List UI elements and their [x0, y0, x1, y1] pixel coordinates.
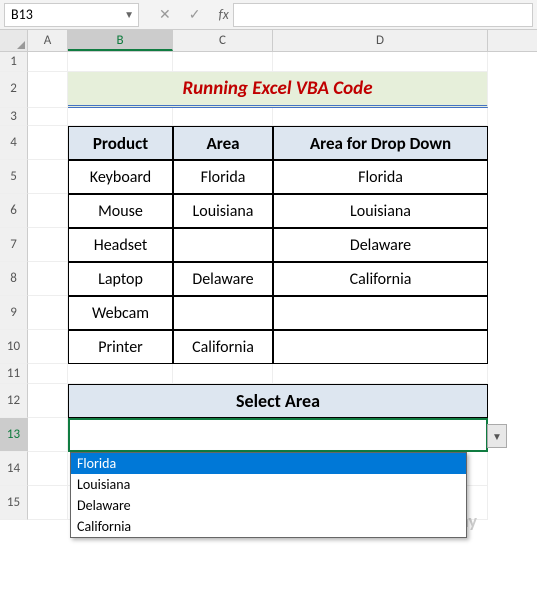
- row-8: 8 Laptop Delaware California: [0, 262, 537, 296]
- dropdown-list: Florida Louisiana Delaware California: [70, 452, 467, 538]
- chevron-down-icon: ▼: [492, 430, 502, 443]
- table-cell[interactable]: Delaware: [173, 262, 273, 296]
- cell[interactable]: [273, 108, 488, 126]
- row-1: 1: [0, 52, 537, 72]
- cell[interactable]: [68, 364, 173, 384]
- table-cell[interactable]: Printer: [68, 330, 173, 364]
- header-area[interactable]: Area: [173, 126, 273, 160]
- row-4: 4 Product Area Area for Drop Down: [0, 126, 537, 160]
- row-12: 12 Select Area: [0, 384, 537, 418]
- row-header[interactable]: 4: [0, 126, 28, 160]
- cell[interactable]: [28, 486, 68, 520]
- table-cell[interactable]: [173, 228, 273, 262]
- select-area-header[interactable]: Select Area: [68, 384, 488, 418]
- header-dropdown[interactable]: Area for Drop Down: [273, 126, 488, 160]
- row-10: 10 Printer California: [0, 330, 537, 364]
- cell[interactable]: [28, 384, 68, 418]
- fx-icon[interactable]: fx: [218, 6, 228, 23]
- row-header[interactable]: 9: [0, 296, 28, 330]
- col-header-c[interactable]: C: [173, 30, 273, 51]
- cell[interactable]: [28, 418, 68, 452]
- row-header[interactable]: 10: [0, 330, 28, 364]
- formula-bar[interactable]: [233, 3, 533, 27]
- col-header-d[interactable]: D: [273, 30, 488, 51]
- select-all-corner[interactable]: [0, 30, 28, 51]
- chevron-down-icon[interactable]: ▼: [124, 8, 134, 21]
- header-product[interactable]: Product: [68, 126, 173, 160]
- col-header-b[interactable]: B: [68, 30, 173, 51]
- cell[interactable]: [273, 52, 488, 72]
- formula-buttons: ✕ ✓ fx: [159, 6, 229, 23]
- col-header-a[interactable]: A: [28, 30, 68, 51]
- row-header[interactable]: 7: [0, 228, 28, 262]
- table-cell[interactable]: [273, 330, 488, 364]
- row-header[interactable]: 2: [0, 72, 28, 108]
- table-cell[interactable]: Delaware: [273, 228, 488, 262]
- dropdown-item[interactable]: Delaware: [71, 495, 466, 516]
- enter-icon: ✓: [189, 6, 201, 23]
- row-13: 13 ▼ Florida Louisiana Delaware Californ…: [0, 418, 537, 452]
- column-headers: A B C D: [0, 30, 537, 52]
- row-3: 3: [0, 108, 537, 126]
- row-header[interactable]: 11: [0, 364, 28, 384]
- formula-bar-row: B13 ▼ ✕ ✓ fx: [0, 0, 537, 30]
- row-header[interactable]: 15: [0, 486, 28, 520]
- cell[interactable]: [28, 126, 68, 160]
- cell[interactable]: [68, 108, 173, 126]
- row-2: 2 Running Excel VBA Code: [0, 72, 537, 108]
- row-5: 5 Keyboard Florida Florida: [0, 160, 537, 194]
- cell[interactable]: [28, 194, 68, 228]
- name-box-value: B13: [11, 6, 33, 23]
- cell[interactable]: [28, 228, 68, 262]
- table-cell[interactable]: Webcam: [68, 296, 173, 330]
- table-cell[interactable]: California: [273, 262, 488, 296]
- row-header[interactable]: 5: [0, 160, 28, 194]
- cell[interactable]: [28, 364, 68, 384]
- cell[interactable]: [173, 364, 273, 384]
- cell[interactable]: [173, 108, 273, 126]
- row-header[interactable]: 14: [0, 452, 28, 486]
- cell[interactable]: [28, 330, 68, 364]
- table-cell[interactable]: [273, 296, 488, 330]
- cancel-icon: ✕: [159, 6, 171, 23]
- row-header[interactable]: 13: [0, 418, 28, 452]
- title-cell[interactable]: Running Excel VBA Code: [68, 72, 488, 108]
- table-cell[interactable]: Laptop: [68, 262, 173, 296]
- dropdown-button[interactable]: ▼: [487, 424, 507, 448]
- row-9: 9 Webcam: [0, 296, 537, 330]
- cell[interactable]: [28, 108, 68, 126]
- row-header[interactable]: 6: [0, 194, 28, 228]
- cell[interactable]: [28, 52, 68, 72]
- cell[interactable]: [28, 262, 68, 296]
- dropdown-item[interactable]: Florida: [71, 453, 466, 474]
- dropdown-cell[interactable]: ▼ Florida Louisiana Delaware California: [68, 418, 488, 452]
- table-cell[interactable]: Mouse: [68, 194, 173, 228]
- row-7: 7 Headset Delaware: [0, 228, 537, 262]
- table-cell[interactable]: Louisiana: [173, 194, 273, 228]
- name-box[interactable]: B13 ▼: [4, 3, 139, 27]
- table-cell[interactable]: [173, 296, 273, 330]
- table-cell[interactable]: Florida: [273, 160, 488, 194]
- row-header[interactable]: 1: [0, 52, 28, 72]
- table-cell[interactable]: California: [173, 330, 273, 364]
- row-header[interactable]: 3: [0, 108, 28, 126]
- cell[interactable]: [273, 364, 488, 384]
- table-cell[interactable]: Florida: [173, 160, 273, 194]
- cell[interactable]: [173, 52, 273, 72]
- cell[interactable]: [68, 52, 173, 72]
- cell[interactable]: [28, 160, 68, 194]
- cell[interactable]: [28, 296, 68, 330]
- cell[interactable]: [28, 452, 68, 486]
- row-6: 6 Mouse Louisiana Louisiana: [0, 194, 537, 228]
- spreadsheet-grid: A B C D 1 2 Running Excel VBA Code 3 4 P…: [0, 30, 537, 520]
- cell[interactable]: [28, 72, 68, 108]
- row-11: 11: [0, 364, 537, 384]
- row-header[interactable]: 8: [0, 262, 28, 296]
- table-cell[interactable]: Keyboard: [68, 160, 173, 194]
- table-cell[interactable]: Louisiana: [273, 194, 488, 228]
- row-header[interactable]: 12: [0, 384, 28, 418]
- dropdown-item[interactable]: California: [71, 516, 466, 537]
- dropdown-item[interactable]: Louisiana: [71, 474, 466, 495]
- table-cell[interactable]: Headset: [68, 228, 173, 262]
